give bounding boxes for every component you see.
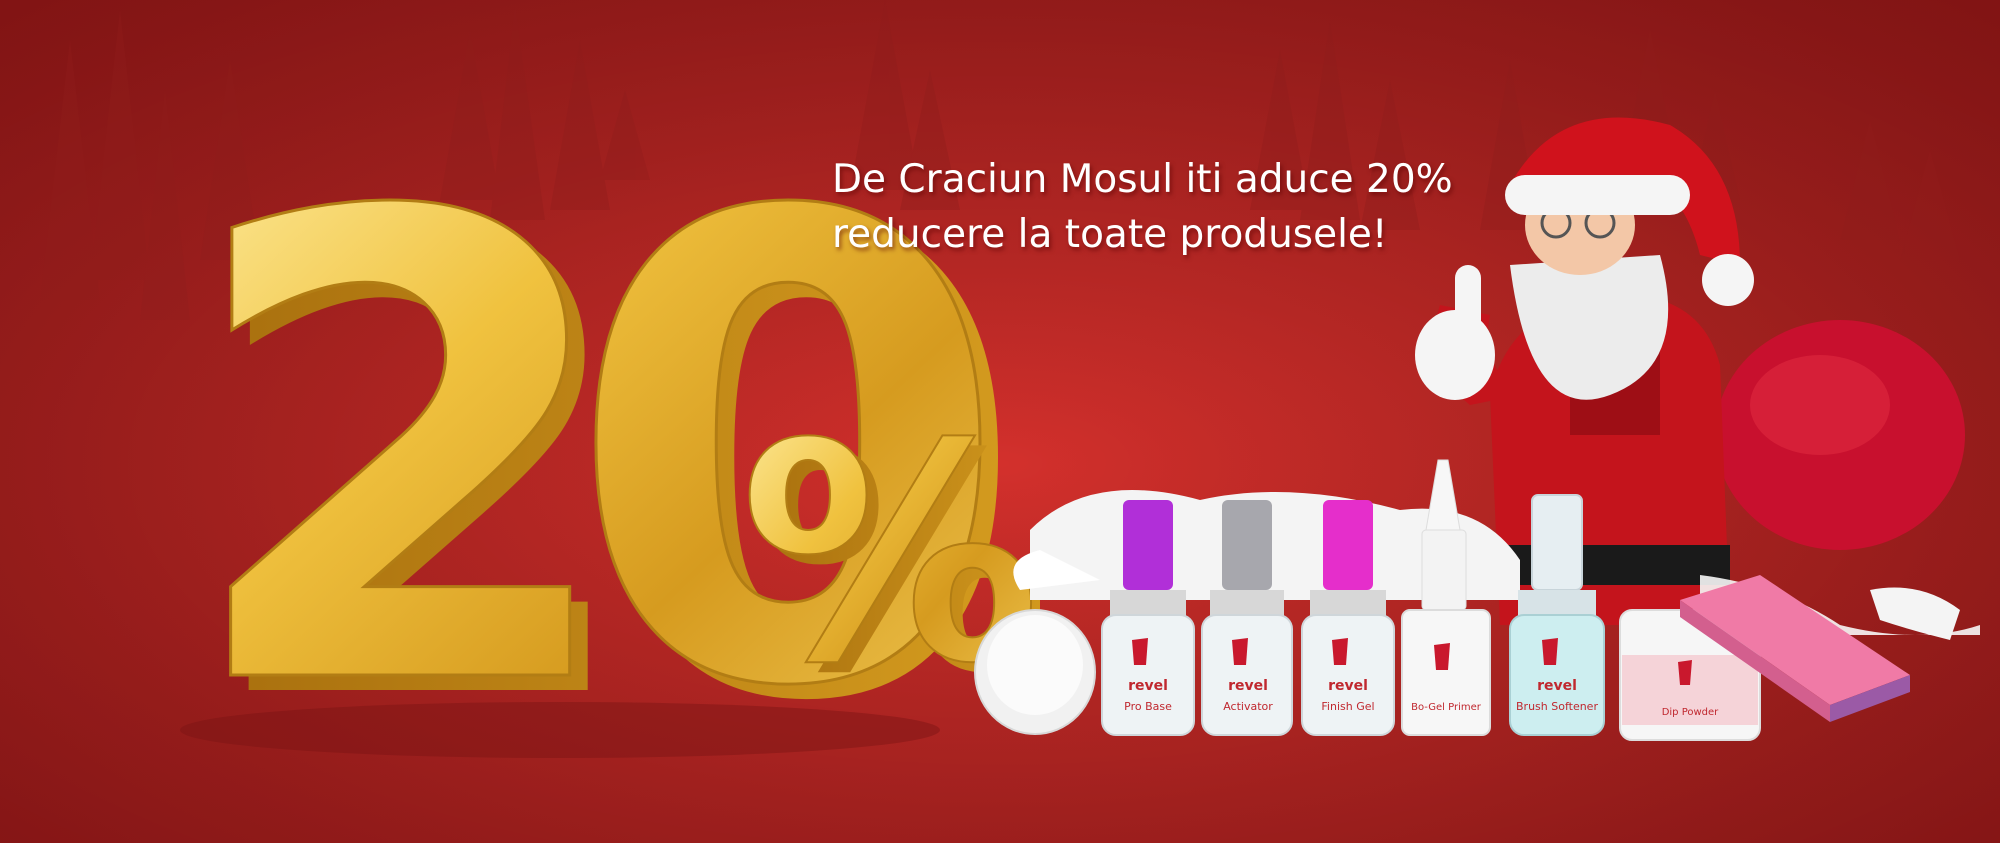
brand-label: revel — [1228, 678, 1268, 694]
product-label: Activator — [1223, 700, 1273, 713]
product-lineup: revel Pro Base revel Activator revel Fin… — [974, 459, 1960, 741]
product-jar-left — [974, 609, 1096, 735]
brand-label: revel — [1328, 678, 1368, 694]
product-label: Finish Gel — [1321, 700, 1374, 713]
product-label: Dip Powder — [1662, 707, 1719, 718]
product-label: Bo-Gel Primer — [1411, 702, 1482, 713]
brand-label: revel — [1128, 678, 1168, 694]
brand-label: revel — [1537, 678, 1577, 694]
product-bottle-brush-softener: revel Brush Softener — [1509, 494, 1605, 736]
promo-banner: 20 20 % % De Craciun Mosul iti aduce 20%… — [0, 0, 2000, 843]
product-label: Pro Base — [1124, 700, 1172, 713]
product-label: Brush Softener — [1516, 700, 1598, 713]
